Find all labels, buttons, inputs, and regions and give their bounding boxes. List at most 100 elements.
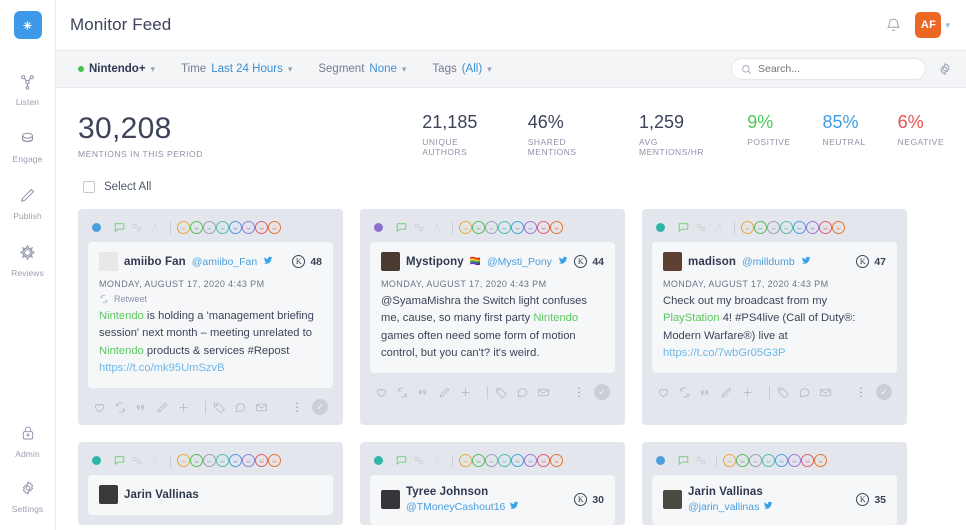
tag-icon[interactable] (777, 386, 798, 399)
quote-icon[interactable] (699, 386, 720, 399)
pencil-icon[interactable] (720, 386, 741, 399)
tag-icon[interactable] (495, 386, 516, 399)
sick-emoji[interactable] (788, 454, 801, 468)
surprised-emoji[interactable] (498, 221, 511, 234)
sick-emoji[interactable] (524, 454, 537, 468)
check-circle-icon[interactable]: ✓ (876, 384, 892, 401)
angry-emoji[interactable] (255, 221, 268, 234)
envelope-icon[interactable] (819, 386, 840, 399)
search-input[interactable] (758, 63, 916, 75)
person-icon[interactable] (428, 455, 446, 467)
plus-icon[interactable] (459, 386, 480, 399)
author-handle[interactable]: @jarin_vallinas (688, 501, 759, 514)
tag-icon[interactable] (213, 401, 234, 414)
grin-emoji[interactable] (268, 221, 281, 234)
sick-emoji[interactable] (806, 221, 819, 234)
author-handle[interactable]: @amiibo_Fan (192, 256, 258, 268)
sentiment-dot-icon[interactable] (656, 223, 665, 232)
mention-card[interactable]: Jarin Vallinas @jarin_vallinas K 35 (642, 442, 907, 526)
laugh-emoji[interactable] (472, 221, 485, 234)
pencil-icon[interactable] (438, 386, 459, 399)
laugh-emoji[interactable] (754, 221, 767, 234)
laugh-emoji[interactable] (190, 221, 203, 234)
check-circle-icon[interactable]: ✓ (312, 399, 328, 416)
sick-emoji[interactable] (524, 221, 537, 234)
person-icon[interactable] (146, 455, 164, 467)
retweet-icon[interactable] (678, 386, 699, 399)
neutral-emoji[interactable] (203, 454, 216, 468)
smile-emoji[interactable] (741, 221, 754, 234)
smile-emoji[interactable] (459, 221, 472, 234)
sidebar-item-publish[interactable]: Publish (0, 164, 56, 221)
mention-card[interactable]: Mystipony 🏳️‍🌈 @Mysti_Pony K 44 MONDAY, AUGUS… (360, 209, 625, 426)
surprised-emoji[interactable] (216, 221, 229, 234)
person-icon[interactable] (146, 222, 164, 234)
surprised-emoji[interactable] (780, 221, 793, 234)
sidebar-item-admin[interactable]: Admin (0, 413, 56, 459)
comment-icon[interactable] (516, 386, 537, 399)
person-icon[interactable] (428, 222, 446, 234)
envelope-icon[interactable] (537, 386, 558, 399)
quote-icon[interactable] (135, 401, 156, 414)
filter-workspace[interactable]: Nintendo+ ▾ (78, 63, 155, 75)
message-icon[interactable] (392, 454, 410, 467)
grin-emoji[interactable] (832, 221, 845, 234)
laugh-emoji[interactable] (190, 454, 203, 468)
comment-icon[interactable] (798, 386, 819, 399)
smile-emoji[interactable] (177, 454, 190, 468)
sentiment-dot-icon[interactable] (374, 456, 383, 466)
message-icon[interactable] (674, 454, 692, 467)
angry-emoji[interactable] (537, 221, 550, 234)
feed-settings-gear-icon[interactable] (938, 62, 952, 76)
filter-tags[interactable]: Tags (All) ▾ (432, 63, 491, 75)
heart-icon[interactable] (93, 401, 114, 414)
share-icon[interactable] (128, 221, 146, 234)
neutral-emoji[interactable] (203, 221, 216, 234)
neutral-emoji[interactable] (749, 454, 762, 468)
angry-emoji[interactable] (801, 454, 814, 468)
author-name[interactable]: Jarin Vallinas (688, 485, 773, 499)
author-name[interactable]: Jarin Vallinas (124, 489, 199, 501)
author-name[interactable]: madison (688, 256, 736, 268)
sidebar-item-listen[interactable]: Listen (0, 61, 56, 107)
filter-time[interactable]: Time Last 24 Hours ▾ (181, 63, 292, 75)
share-icon[interactable] (128, 454, 146, 467)
app-logo-icon[interactable] (13, 11, 42, 39)
mention-link[interactable]: https://t.co/7wbGr05G3P (663, 347, 786, 359)
plus-icon[interactable] (177, 401, 198, 414)
retweet-icon[interactable] (114, 401, 135, 414)
notification-bell-icon[interactable] (885, 17, 902, 34)
mention-card[interactable]: amiibo Fan @amiibo_Fan K 48 MONDAY, AUGUST 1… (78, 209, 343, 426)
sentiment-dot-icon[interactable] (92, 456, 101, 466)
kebab-menu-icon[interactable]: ⋮ (855, 386, 867, 398)
mention-card[interactable]: Jarin Vallinas (78, 442, 343, 526)
laugh-emoji[interactable] (736, 454, 749, 468)
pencil-icon[interactable] (156, 401, 177, 414)
surprised-emoji[interactable] (498, 454, 511, 468)
share-icon[interactable] (410, 454, 428, 467)
filter-segment[interactable]: Segment None ▾ (318, 63, 406, 75)
quote-icon[interactable] (417, 386, 438, 399)
grin-emoji[interactable] (550, 454, 563, 468)
sad-emoji[interactable] (229, 454, 242, 468)
share-icon[interactable] (692, 454, 710, 467)
author-name[interactable]: Mystipony (406, 256, 464, 268)
mention-link[interactable]: https://t.co/mk95UmSzvB (99, 362, 225, 374)
author-name[interactable]: Tyree Johnson (406, 485, 519, 499)
check-circle-icon[interactable]: ✓ (594, 384, 610, 401)
kebab-menu-icon[interactable]: ⋮ (291, 401, 303, 413)
share-icon[interactable] (410, 221, 428, 234)
surprised-emoji[interactable] (216, 454, 229, 468)
grin-emoji[interactable] (550, 221, 563, 234)
sentiment-dot-icon[interactable] (92, 223, 101, 232)
sidebar-item-engage[interactable]: Engage (0, 107, 56, 164)
select-all-row[interactable]: Select All (56, 159, 966, 193)
smile-emoji[interactable] (177, 221, 190, 234)
author-name[interactable]: amiibo Fan (124, 256, 186, 268)
kebab-menu-icon[interactable]: ⋮ (573, 386, 585, 398)
surprised-emoji[interactable] (762, 454, 775, 468)
sad-emoji[interactable] (775, 454, 788, 468)
author-handle[interactable]: @milldumb (742, 256, 795, 268)
grin-emoji[interactable] (814, 454, 827, 468)
search-box[interactable] (731, 58, 926, 80)
